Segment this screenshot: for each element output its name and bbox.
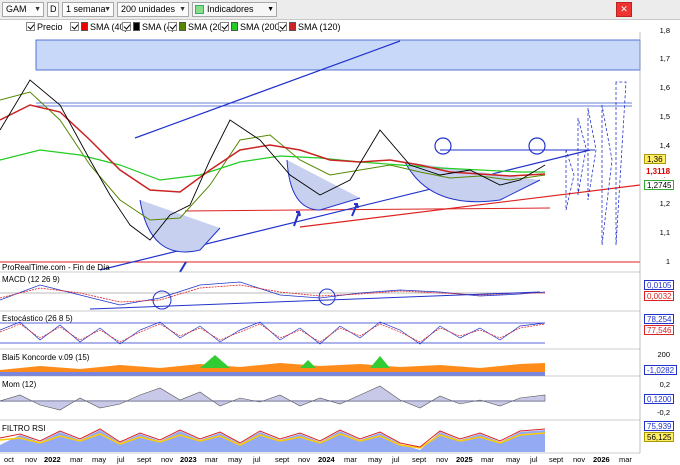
source-label: ProRealTime.com - Fin de Día xyxy=(2,263,110,272)
x-tick: mar xyxy=(619,455,632,464)
price-tick: 1,4 xyxy=(659,141,670,150)
momentum-value: 0,1200 xyxy=(644,394,675,404)
x-tick: sept xyxy=(275,455,290,464)
koncorde-tick: 200 xyxy=(657,350,670,359)
x-tick: jul xyxy=(530,455,538,464)
price-tick: 1,7 xyxy=(659,54,670,63)
chevron-down-icon: ▼ xyxy=(267,6,274,13)
chevron-down-icon: ▼ xyxy=(179,6,186,13)
x-tick: mar xyxy=(481,455,494,464)
macd-value-1: 0,0105 xyxy=(644,280,675,290)
momentum-tick: 0,2 xyxy=(659,380,670,389)
x-tick: nov xyxy=(161,455,174,464)
sma2-price-box: 1,2745 xyxy=(644,180,675,190)
period-select[interactable]: 1 semana ▼ xyxy=(62,2,114,17)
units-value: 200 unidades xyxy=(121,4,176,14)
price-tick: 1,2 xyxy=(659,199,670,208)
x-tick: jul xyxy=(392,455,400,464)
momentum-panel xyxy=(0,377,640,419)
resistance-zone xyxy=(35,39,641,71)
stochastic-panel xyxy=(0,312,640,348)
momentum-tick: -0,2 xyxy=(657,408,670,417)
x-tick: 2023 xyxy=(180,455,197,464)
last-price-box: 1,36 xyxy=(644,154,666,164)
x-tick: 2026 xyxy=(593,455,610,464)
x-tick: nov xyxy=(573,455,586,464)
x-tick: mar xyxy=(205,455,218,464)
x-tick: 2024 xyxy=(318,455,335,464)
price-tick: 1 xyxy=(665,257,670,266)
x-tick: 2025 xyxy=(456,455,473,464)
price-tick: 1,6 xyxy=(659,83,670,92)
indicators-icon xyxy=(195,5,204,14)
x-tick: nov xyxy=(436,455,449,464)
stoch-value-2: 77,546 xyxy=(644,325,675,335)
x-tick: sept xyxy=(412,455,427,464)
chart-type-value: D xyxy=(50,4,57,14)
koncorde-label: Blai5 Koncorde v.09 (15) xyxy=(2,353,90,362)
x-tick: may xyxy=(92,455,107,464)
chevron-down-icon: ▼ xyxy=(104,6,111,13)
macd-value-2: 0,0032 xyxy=(644,291,675,301)
period-value: 1 semana xyxy=(66,4,106,14)
x-tick: 2022 xyxy=(44,455,61,464)
x-tick: may xyxy=(506,455,521,464)
macd-panel xyxy=(0,273,640,310)
chart-toolbar: GAM ▼ D 1 semana ▼ 200 unidades ▼ Indicador… xyxy=(0,0,680,20)
chevron-down-icon: ▼ xyxy=(34,6,41,13)
koncorde-value: -1,0282 xyxy=(644,365,678,375)
x-tick: may xyxy=(368,455,383,464)
chart-type-button[interactable]: D xyxy=(47,2,59,17)
price-tick: 1,1 xyxy=(659,228,670,237)
stochastic-label: Estocástico (26 8 5) xyxy=(2,314,73,323)
x-tick: sept xyxy=(549,455,564,464)
symbol-value: GAM xyxy=(6,4,27,14)
price-tick: 1,8 xyxy=(659,26,670,35)
stoch-value-1: 78,254 xyxy=(644,314,675,324)
x-tick: oct xyxy=(4,455,15,464)
x-tick: nov xyxy=(25,455,38,464)
x-tick: jul xyxy=(117,455,125,464)
units-select[interactable]: 200 unidades ▼ xyxy=(117,2,189,17)
indicators-button[interactable]: Indicadores ▼ xyxy=(192,2,277,17)
indicators-label: Indicadores xyxy=(207,4,254,14)
x-tick: sept xyxy=(137,455,152,464)
sma-price-box: 1,3118 xyxy=(644,167,673,177)
rsi-filter-label: FILTRO RSI xyxy=(2,424,46,433)
x-tick: mar xyxy=(344,455,357,464)
x-tick: may xyxy=(228,455,243,464)
momentum-label: Mom (12) xyxy=(2,380,37,389)
x-tick: mar xyxy=(70,455,83,464)
x-tick: jul xyxy=(253,455,261,464)
close-icon[interactable]: ✕ xyxy=(616,2,632,17)
price-tick: 1,5 xyxy=(659,112,670,121)
rsi-value-1: 75,939 xyxy=(644,421,675,431)
symbol-select[interactable]: GAM ▼ xyxy=(2,2,44,17)
koncorde-panel xyxy=(0,350,640,376)
price-chart[interactable] xyxy=(0,20,680,465)
rsi-value-2: 56,125 xyxy=(644,432,675,442)
x-tick: nov xyxy=(298,455,311,464)
rsi-filter-panel xyxy=(0,421,640,453)
macd-label: MACD (12 26 9) xyxy=(2,275,60,284)
